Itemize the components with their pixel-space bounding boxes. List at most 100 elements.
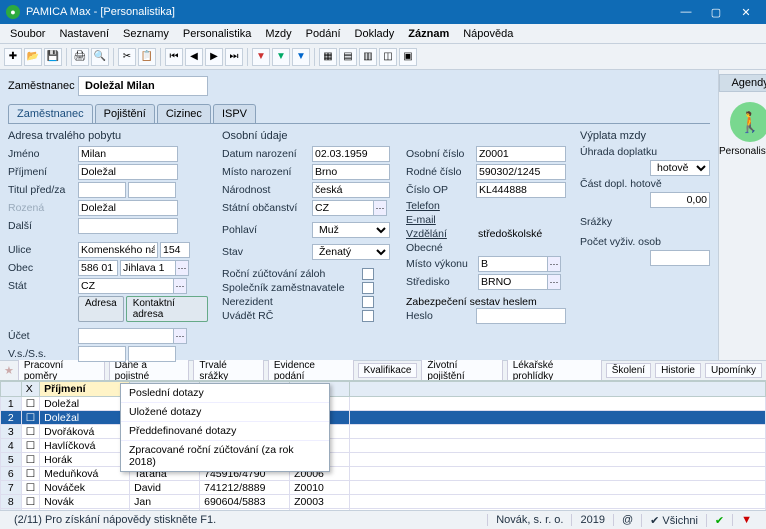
obcanstvi-lookup-button[interactable]: ⋯ <box>373 200 387 216</box>
toolbar-open-icon[interactable]: 📂 <box>24 48 42 66</box>
chk-rocni-zuct[interactable] <box>362 268 374 280</box>
btn-kontaktni-adresa[interactable]: Kontaktní adresa <box>126 296 208 322</box>
select-uhrada[interactable]: hotově <box>650 160 710 176</box>
input-jmeno[interactable] <box>78 146 178 162</box>
input-misto-nar[interactable] <box>312 164 390 180</box>
menu-doklady[interactable]: Doklady <box>349 26 401 42</box>
input-stat[interactable] <box>78 278 174 294</box>
label-vzdelani[interactable]: Vzdělání <box>406 228 478 240</box>
table-row[interactable]: 1☐Doležal <box>1 397 766 411</box>
input-obec[interactable] <box>120 260 176 276</box>
status-flag-icon[interactable]: ▼ <box>732 514 760 526</box>
table-row[interactable]: 3☐Dvořáková <box>1 425 766 439</box>
input-ucet[interactable] <box>78 328 174 344</box>
toolbar-prev-icon[interactable]: ◀ <box>185 48 203 66</box>
chk-spolecnik[interactable] <box>362 282 374 294</box>
minimize-button[interactable]: — <box>672 3 700 21</box>
grid-star-icon[interactable]: ★ <box>4 364 14 377</box>
ucet-lookup-button[interactable]: ⋯ <box>173 328 187 344</box>
gridtab-kvalifikace[interactable]: Kvalifikace <box>358 363 418 378</box>
btn-adresa[interactable]: Adresa <box>78 296 124 322</box>
input-ulice[interactable] <box>78 242 158 258</box>
toolbar-grid2-icon[interactable]: ▤ <box>339 48 357 66</box>
input-datum-nar[interactable] <box>312 146 390 162</box>
ctx-zpracovane-rocni[interactable]: Zpracované roční zúčtování (za rok 2018) <box>121 441 329 471</box>
menu-podani[interactable]: Podání <box>300 26 347 42</box>
toolbar-grid3-icon[interactable]: ▥ <box>359 48 377 66</box>
gridtab-historie[interactable]: Historie <box>655 363 701 378</box>
input-ulice-cislo[interactable] <box>160 242 190 258</box>
stredisko-lookup-button[interactable]: ⋯ <box>547 274 561 290</box>
toolbar-grid5-icon[interactable]: ▣ <box>399 48 417 66</box>
input-heslo[interactable] <box>476 308 566 324</box>
input-cast-dopl[interactable] <box>650 192 710 208</box>
table-row[interactable]: 2☐Doležal <box>1 411 766 425</box>
input-ss[interactable] <box>128 346 176 362</box>
gridtab-skoleni[interactable]: Školení <box>606 363 651 378</box>
input-rodne-cislo[interactable] <box>476 164 566 180</box>
toolbar-filter2-icon[interactable]: ▼ <box>272 48 290 66</box>
agenda-personalistika-icon[interactable]: 🚶 <box>730 102 766 142</box>
toolbar-grid-icon[interactable]: ▦ <box>319 48 337 66</box>
toolbar-save-icon[interactable]: 💾 <box>44 48 62 66</box>
tab-cizinec[interactable]: Cizinec <box>157 104 211 123</box>
input-misto-vykonu[interactable] <box>478 256 548 272</box>
input-titul-za[interactable] <box>128 182 176 198</box>
chk-nerezident[interactable] <box>362 296 374 308</box>
tab-pojisteni[interactable]: Pojištění <box>95 104 155 123</box>
mistovyk-lookup-button[interactable]: ⋯ <box>547 256 561 272</box>
toolbar-next-icon[interactable]: ▶ <box>205 48 223 66</box>
input-stredisko[interactable] <box>478 274 548 290</box>
input-prijmeni[interactable] <box>78 164 178 180</box>
toolbar-filter3-icon[interactable]: ▼ <box>292 48 310 66</box>
col-prijmeni[interactable]: Příjmení <box>40 382 130 397</box>
table-row[interactable]: 5☐HorákRadek760831/5641Z0008 <box>1 453 766 467</box>
toolbar-first-icon[interactable]: ⏮ <box>165 48 183 66</box>
toolbar-grid4-icon[interactable]: ◫ <box>379 48 397 66</box>
toolbar-cut-icon[interactable]: ✂ <box>118 48 136 66</box>
table-row[interactable]: 8☐NovákJan690604/5883Z0003 <box>1 495 766 509</box>
grid-table[interactable]: X Příjmení Jméno Rodné číslo Číslo 1☐Dol… <box>0 381 766 510</box>
toolbar-print-icon[interactable]: 🖨 <box>71 48 89 66</box>
toolbar-preview-icon[interactable]: 🔍 <box>91 48 109 66</box>
select-pohlavi[interactable]: Muž <box>312 222 390 238</box>
menu-seznamy[interactable]: Seznamy <box>117 26 175 42</box>
select-stav[interactable]: Ženatý <box>312 244 390 260</box>
input-narodnost[interactable] <box>312 182 390 198</box>
status-ok-icon[interactable]: ✔ <box>706 514 732 527</box>
table-row[interactable]: 4☐HavlíčkováAlena625927/1447Z0002 <box>1 439 766 453</box>
ctx-preddefinovane[interactable]: Předdefinované dotazy <box>121 422 329 441</box>
input-titul-pred[interactable] <box>78 182 126 198</box>
ctx-ulozene-dotazy[interactable]: Uložené dotazy <box>121 403 329 422</box>
stat-lookup-button[interactable]: ⋯ <box>173 278 187 294</box>
input-cislo-op[interactable] <box>476 182 566 198</box>
input-obcanstvi[interactable] <box>312 200 374 216</box>
table-row[interactable]: 7☐NováčekDavid741212/8889Z0010 <box>1 481 766 495</box>
table-row[interactable]: 6☐MeduňkováTaťána745916/4790Z0006 <box>1 467 766 481</box>
col-x[interactable]: X <box>21 382 39 397</box>
input-pocet-vyziv[interactable] <box>650 250 710 266</box>
menu-soubor[interactable]: Soubor <box>4 26 51 42</box>
tab-ispv[interactable]: ISPV <box>213 104 256 123</box>
ctx-posledni-dotazy[interactable]: Poslední dotazy <box>121 384 329 403</box>
maximize-button[interactable]: ▢ <box>702 3 730 21</box>
menu-nastaveni[interactable]: Nastavení <box>53 26 115 42</box>
gridtab-upominky[interactable]: Upomínky <box>705 363 762 378</box>
table-row[interactable]: 9☐NovotnýTomáš741214/4544Z0009 <box>1 509 766 511</box>
close-button[interactable]: ✕ <box>732 3 760 21</box>
input-vs[interactable] <box>78 346 126 362</box>
obec-lookup-button[interactable]: ⋯ <box>175 260 189 276</box>
tab-zamestnanec[interactable]: Zaměstnanec <box>8 104 93 123</box>
menu-napoveda[interactable]: Nápověda <box>457 26 519 42</box>
input-rozena[interactable] <box>78 200 178 216</box>
input-psc[interactable] <box>78 260 118 276</box>
input-dalsi[interactable] <box>78 218 178 234</box>
toolbar-last-icon[interactable]: ⏭ <box>225 48 243 66</box>
input-osobni-cislo[interactable] <box>476 146 566 162</box>
menu-personalistika[interactable]: Personalistika <box>177 26 257 42</box>
toolbar-filter-icon[interactable]: ▼ <box>252 48 270 66</box>
toolbar-copy-icon[interactable]: 📋 <box>138 48 156 66</box>
label-telefon[interactable]: Telefon <box>406 200 478 212</box>
chk-uvadet-rc[interactable] <box>362 310 374 322</box>
menu-zaznam[interactable]: Záznam <box>402 26 455 42</box>
